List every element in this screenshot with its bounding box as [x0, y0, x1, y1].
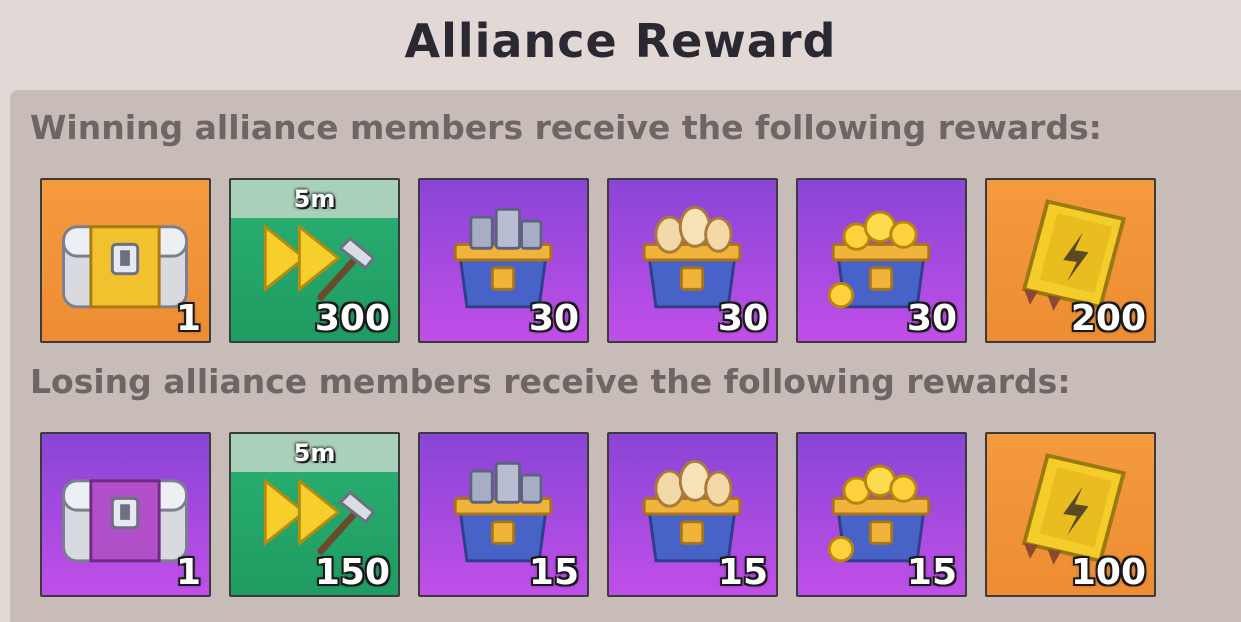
reward-tile-bread[interactable]: 15: [607, 432, 778, 597]
reward-tile-chest[interactable]: 1: [40, 432, 211, 597]
reward-tile-speedup[interactable]: 5m 150: [229, 432, 400, 597]
reward-tile-coins[interactable]: 30: [796, 178, 967, 343]
reward-quantity: 15: [717, 552, 768, 593]
reward-quantity: 30: [906, 298, 957, 339]
reward-quantity: 30: [717, 298, 768, 339]
winning-rewards-label: Winning alliance members receive the fol…: [30, 108, 1102, 147]
reward-tile-bread[interactable]: 30: [607, 178, 778, 343]
reward-quantity: 100: [1070, 552, 1146, 593]
reward-tile-iron[interactable]: 30: [418, 178, 589, 343]
reward-quantity: 15: [906, 552, 957, 593]
reward-quantity: 30: [528, 298, 579, 339]
reward-quantity: 200: [1070, 298, 1146, 339]
reward-tile-energy[interactable]: 100: [985, 432, 1156, 597]
reward-tile-energy[interactable]: 200: [985, 178, 1156, 343]
reward-quantity: 150: [314, 552, 390, 593]
reward-quantity: 300: [314, 298, 390, 339]
losing-rewards-row: 1 5m 150 15 15 15 100: [40, 432, 1156, 597]
reward-quantity: 1: [175, 298, 201, 339]
reward-tile-speedup[interactable]: 5m 300: [229, 178, 400, 343]
reward-quantity: 1: [175, 552, 201, 593]
reward-tile-iron[interactable]: 15: [418, 432, 589, 597]
reward-tile-coins[interactable]: 15: [796, 432, 967, 597]
dialog-title: Alliance Reward: [404, 14, 837, 68]
reward-tile-chest[interactable]: 1: [40, 178, 211, 343]
reward-quantity: 15: [528, 552, 579, 593]
losing-rewards-label: Losing alliance members receive the foll…: [30, 362, 1071, 401]
winning-rewards-row: 1 5m 300 30 30 30 200: [40, 178, 1156, 343]
